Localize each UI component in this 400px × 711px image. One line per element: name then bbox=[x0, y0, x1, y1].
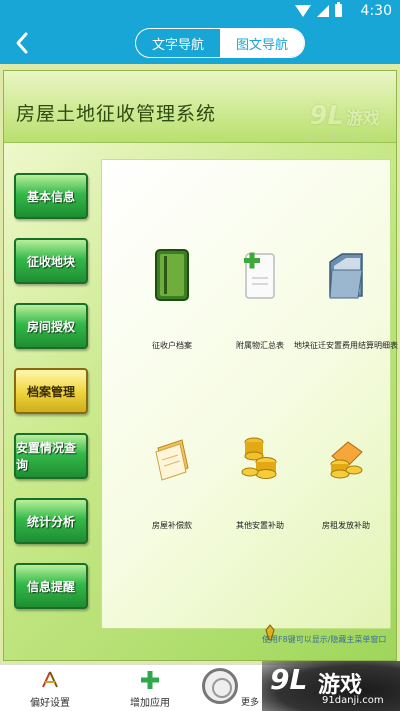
plus-icon bbox=[141, 671, 159, 689]
coins-gold-icon bbox=[326, 428, 366, 482]
status-time: 4:30 bbox=[360, 3, 392, 19]
menu-resettlement-query[interactable]: 安置情况查询 bbox=[14, 433, 88, 479]
tile-label: 地块征迁安置费用结算明细表 bbox=[294, 341, 398, 350]
corner-logo-url: 91danji.com bbox=[322, 695, 384, 706]
wifi-icon bbox=[295, 4, 311, 17]
watermark-url: www.91danji.com bbox=[305, 133, 376, 142]
add-document-icon bbox=[240, 248, 280, 302]
tab-add-app[interactable]: 增加应用 bbox=[100, 665, 200, 711]
preferences-icon bbox=[42, 671, 58, 688]
folder-icon bbox=[152, 248, 192, 302]
watermark-number: 9L bbox=[309, 101, 344, 131]
menu-room-authorization[interactable]: 房间授权 bbox=[14, 303, 88, 349]
file-folder-icon bbox=[326, 248, 366, 302]
battery-icon bbox=[335, 2, 342, 17]
back-button[interactable] bbox=[10, 30, 36, 56]
coins-icon bbox=[240, 428, 280, 482]
app-header: 房屋土地征收管理系统 9L 游戏 www.91danji.com bbox=[4, 71, 396, 143]
tile-rent-subsidy[interactable]: 房租发放补助 bbox=[298, 428, 394, 548]
watermark-text: 游戏 bbox=[346, 109, 380, 129]
shortcut-tip: 使用F8键可以显示/隐藏主菜单窗口 bbox=[262, 635, 387, 644]
tab-image-nav[interactable]: 图文导航 bbox=[220, 29, 304, 57]
watermark-logo: 9L 游戏 bbox=[309, 101, 380, 131]
menu-expropriation-plot[interactable]: 征收地块 bbox=[14, 238, 88, 284]
tab-text-nav[interactable]: 文字导航 bbox=[136, 29, 220, 57]
system-title: 房屋土地征收管理系统 bbox=[16, 103, 217, 125]
status-icons bbox=[295, 2, 342, 17]
tile-label: 房租发放补助 bbox=[322, 521, 370, 530]
paper-stack-icon bbox=[152, 428, 192, 482]
menu-archive-management[interactable]: 档案管理 bbox=[14, 368, 88, 414]
corner-logo-number: 9L bbox=[270, 663, 308, 696]
menu-basic-info[interactable]: 基本信息 bbox=[14, 173, 88, 219]
status-bar: 4:30 bbox=[0, 0, 400, 24]
tile-settlement-cost-details[interactable]: 地块征迁安置费用结算明细表 bbox=[294, 248, 398, 368]
app-frame: 房屋土地征收管理系统 9L 游戏 www.91danji.com 基本信息 征收… bbox=[3, 70, 398, 661]
ring-icon bbox=[202, 668, 238, 704]
menu-info-reminder[interactable]: 信息提醒 bbox=[14, 563, 88, 609]
tab-label: 增加应用 bbox=[130, 698, 170, 709]
corner-watermark-logo: 9L 游戏 91danji.com bbox=[262, 661, 400, 711]
signal-icon bbox=[317, 4, 329, 17]
content-area: 房屋土地征收管理系统 9L 游戏 www.91danji.com 基本信息 征收… bbox=[0, 64, 400, 664]
menu-statistics[interactable]: 统计分析 bbox=[14, 498, 88, 544]
nav-segmented-control: 文字导航 图文导航 bbox=[135, 28, 305, 58]
nav-bar: 文字导航 图文导航 bbox=[0, 24, 400, 64]
back-arrow-icon bbox=[16, 32, 28, 54]
function-panel: 征收户档案 附属物汇总表 地块征迁安置费用结算明细表 房屋补偿款 其他安置补助 … bbox=[101, 159, 398, 629]
tab-label: 偏好设置 bbox=[30, 698, 70, 709]
tab-preferences[interactable]: 偏好设置 bbox=[0, 665, 100, 711]
